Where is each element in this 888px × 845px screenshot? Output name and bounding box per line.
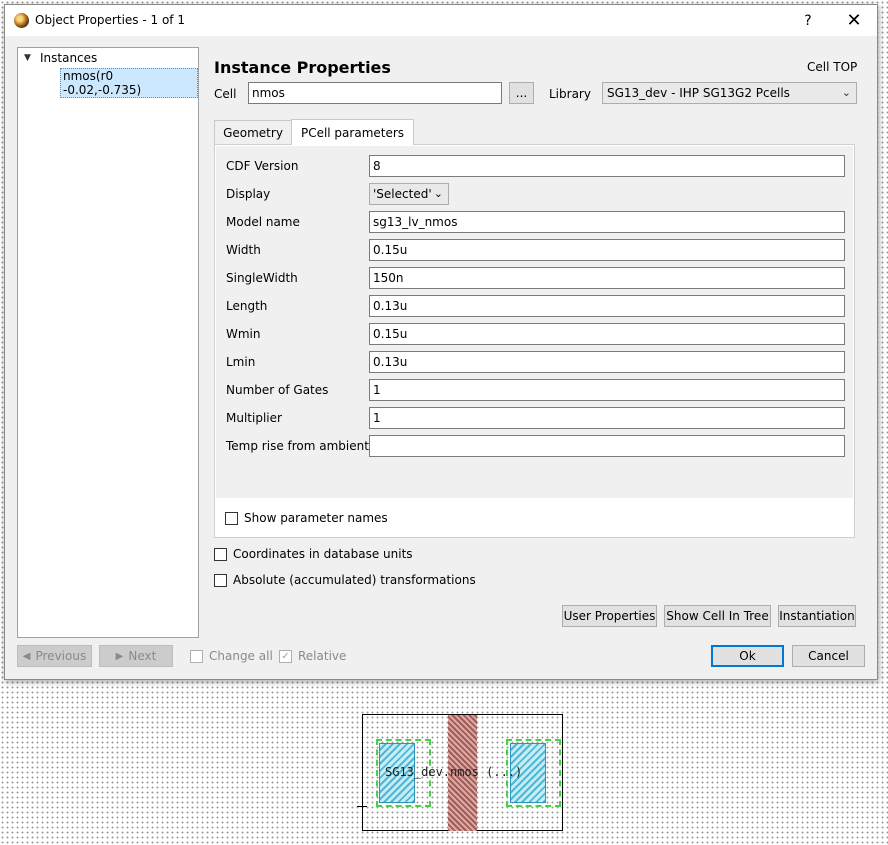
previous-label: Previous: [35, 649, 87, 663]
user-properties-button[interactable]: User Properties: [562, 605, 657, 627]
param-label-cdf-version: CDF Version: [226, 159, 299, 173]
param-input-model-name[interactable]: sg13_lv_nmos: [369, 211, 845, 233]
checkbox-box[interactable]: [225, 511, 238, 525]
param-label-width: Width: [226, 243, 261, 257]
show-parameter-names-checkbox[interactable]: Show parameter names: [225, 511, 388, 525]
param-label-temp-rise: Temp rise from ambient: [226, 439, 369, 453]
tree-root-label: Instances: [40, 51, 98, 65]
param-select-display-value: 'Selected': [373, 187, 432, 201]
param-input-singlewidth[interactable]: 150n: [369, 267, 845, 289]
param-label-lmin: Lmin: [226, 355, 256, 369]
ok-button[interactable]: Ok: [711, 645, 784, 667]
checkbox-box[interactable]: [214, 547, 227, 561]
instantiation-button[interactable]: Instantiation: [778, 605, 856, 627]
show-cell-in-tree-button[interactable]: Show Cell In Tree: [664, 605, 771, 627]
arrow-right-icon: ▶: [115, 650, 124, 662]
cell-instance-label: SG13_dev.nmos (...): [385, 765, 523, 779]
instances-tree[interactable]: ▼ Instances nmos(r0 -0.02,-0.735): [17, 47, 199, 638]
help-button[interactable]: ?: [785, 5, 831, 36]
next-label: Next: [128, 649, 157, 663]
checkbox-box[interactable]: [214, 573, 227, 587]
section-title: Instance Properties: [214, 58, 391, 77]
library-select[interactable]: SG13_dev - IHP SG13G2 Pcells ⌄: [602, 82, 857, 104]
tab-geometry[interactable]: Geometry: [214, 120, 292, 144]
show-parameter-names-label: Show parameter names: [244, 511, 388, 525]
pcell-parameters-panel: CDF Version 8 Display 'Selected' ⌄ Model…: [214, 144, 855, 538]
param-input-temp-rise[interactable]: [369, 435, 845, 457]
param-input-width[interactable]: 0.15u: [369, 239, 845, 261]
browse-cell-button[interactable]: ...: [509, 82, 534, 104]
chevron-down-icon: ⌄: [433, 187, 443, 200]
object-properties-dialog: Object Properties - 1 of 1 ? ✕ ▼ Instanc…: [4, 4, 878, 680]
chevron-down-icon: ⌄: [841, 86, 851, 99]
param-select-display[interactable]: 'Selected' ⌄: [369, 183, 449, 205]
library-label: Library: [549, 87, 591, 101]
title-bar: Object Properties - 1 of 1 ? ✕: [5, 5, 877, 36]
change-all-label: Change all: [209, 649, 273, 663]
param-input-cdf-version[interactable]: 8: [369, 155, 845, 177]
tree-root-instances[interactable]: ▼ Instances: [24, 51, 97, 65]
param-input-number-of-gates[interactable]: 1: [369, 379, 845, 401]
cell-label: Cell: [214, 87, 237, 101]
window-title: Object Properties - 1 of 1: [35, 13, 185, 27]
checkmark-icon[interactable]: ✓: [279, 649, 292, 663]
param-label-wmin: Wmin: [226, 327, 261, 341]
relative-label: Relative: [298, 649, 347, 663]
cell-top-label: Cell TOP: [807, 60, 858, 74]
param-input-wmin[interactable]: 0.15u: [369, 323, 845, 345]
absolute-transformations-checkbox[interactable]: Absolute (accumulated) transformations: [214, 573, 476, 587]
param-input-multiplier[interactable]: 1: [369, 407, 845, 429]
close-button[interactable]: ✕: [831, 5, 877, 36]
layout-cell-view[interactable]: SG13_dev.nmos (...): [362, 714, 563, 831]
next-button[interactable]: ▶ Next: [99, 645, 173, 667]
param-label-display: Display: [226, 187, 271, 201]
param-label-singlewidth: SingleWidth: [226, 271, 298, 285]
parameter-list: CDF Version 8 Display 'Selected' ⌄ Model…: [216, 146, 853, 498]
tree-item-nmos[interactable]: nmos(r0 -0.02,-0.735): [60, 68, 198, 98]
arrow-left-icon: ◀: [22, 650, 31, 662]
coordinates-db-units-checkbox[interactable]: Coordinates in database units: [214, 547, 413, 561]
origin-marker: [357, 806, 367, 807]
tab-pcell-parameters[interactable]: PCell parameters: [291, 119, 414, 145]
library-select-value: SG13_dev - IHP SG13G2 Pcells: [607, 86, 790, 100]
param-label-model-name: Model name: [226, 215, 300, 229]
param-input-lmin[interactable]: 0.13u: [369, 351, 845, 373]
param-label-multiplier: Multiplier: [226, 411, 282, 425]
previous-button[interactable]: ◀ Previous: [17, 645, 92, 667]
param-label-number-of-gates: Number of Gates: [226, 383, 329, 397]
klayout-app-icon: [14, 13, 29, 28]
param-label-length: Length: [226, 299, 268, 313]
relative-checkbox[interactable]: ✓ Relative: [279, 649, 346, 663]
expand-arrow-icon[interactable]: ▼: [24, 53, 34, 63]
cell-input[interactable]: nmos: [248, 82, 502, 104]
change-all-checkbox[interactable]: Change all: [190, 649, 273, 663]
coordinates-db-units-label: Coordinates in database units: [233, 547, 413, 561]
checkbox-box[interactable]: [190, 649, 203, 663]
param-input-length[interactable]: 0.13u: [369, 295, 845, 317]
cancel-button[interactable]: Cancel: [792, 645, 865, 667]
absolute-transformations-label: Absolute (accumulated) transformations: [233, 573, 476, 587]
